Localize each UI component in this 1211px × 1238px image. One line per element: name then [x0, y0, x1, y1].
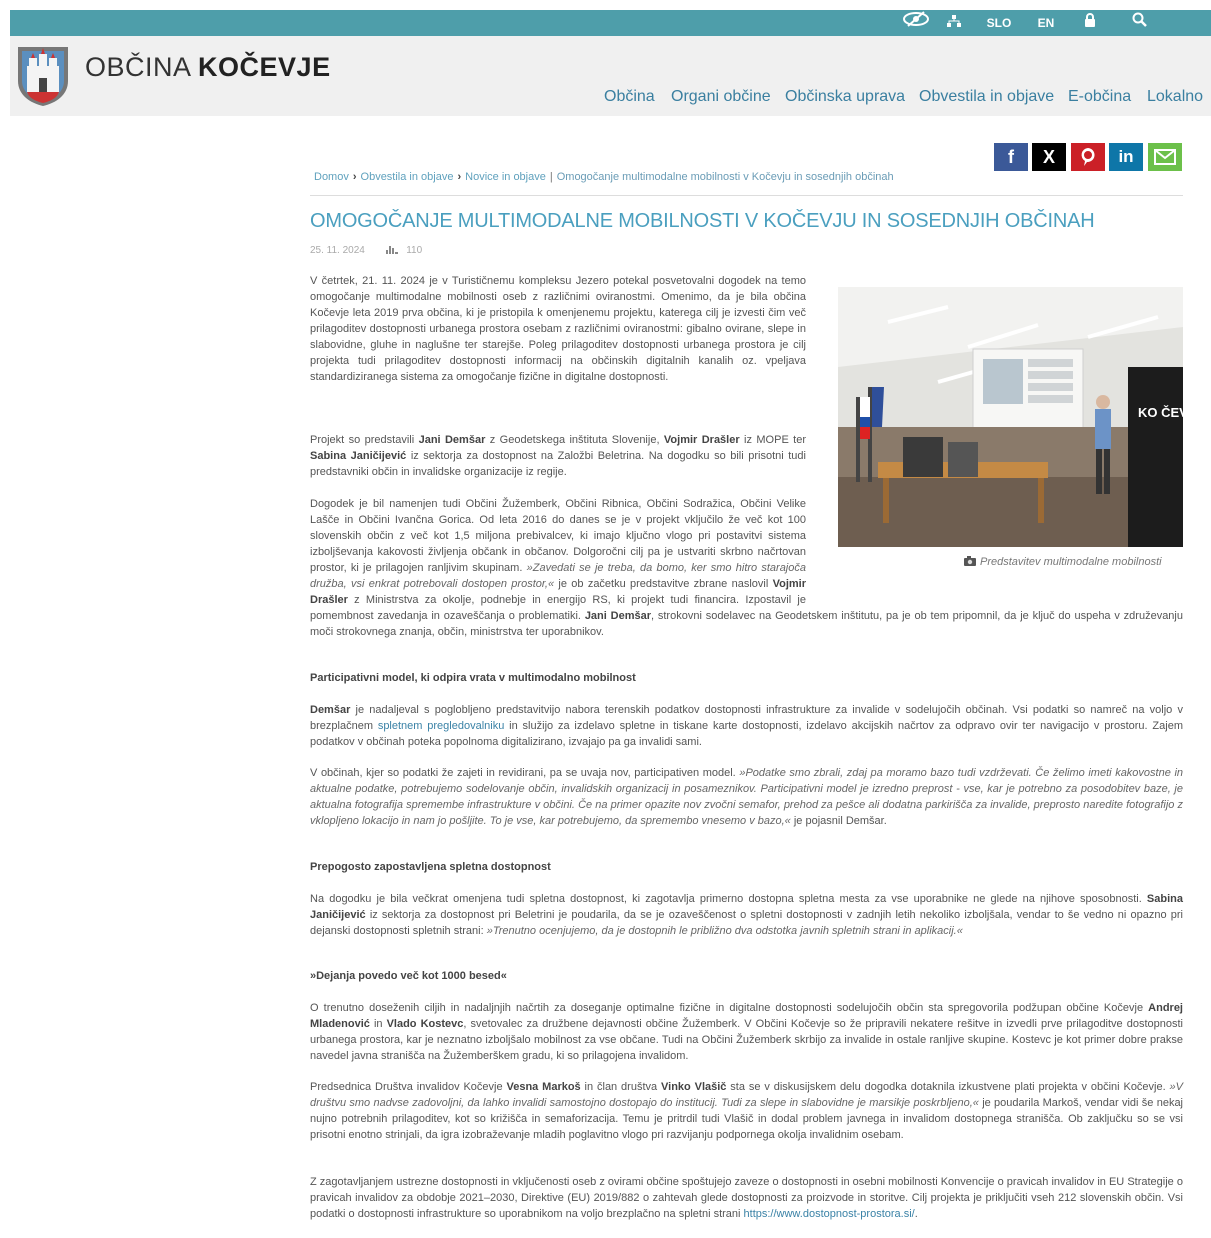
views-chart-icon [386, 246, 399, 254]
text-run: O trenutno doseženih ciljih in nadaljnji… [310, 1002, 1149, 1014]
article-views: 110 [406, 245, 423, 256]
search-icon[interactable] [1128, 10, 1150, 36]
breadcrumb-current: Omogočanje multimodalne mobilnosti v Koč… [556, 171, 894, 183]
person-name: Demšar [310, 704, 351, 716]
text-run: Projekt so predstavili [310, 434, 419, 446]
person-name: Vlado Kostevc [386, 1018, 464, 1030]
text-run: Na dogodku je bila večkrat omenjena tudi… [310, 893, 1147, 905]
quote: »Trenutno ocenjujemo, da je dostopnih le… [486, 925, 963, 937]
share-x-button[interactable]: X [1032, 143, 1066, 171]
article-paragraph-2: Projekt so predstavili Jani Demšar z Geo… [310, 432, 806, 480]
text-run: in [369, 1018, 387, 1030]
facebook-icon: f [1008, 146, 1014, 167]
sitemap-icon[interactable] [942, 10, 966, 36]
person-name: Vojmir Drašler [663, 434, 740, 446]
article-paragraph-7: O trenutno doseženih ciljih in nadaljnji… [310, 1000, 1183, 1064]
nav-item-obcina[interactable]: Občina [604, 88, 655, 106]
article-paragraph-9: Z zagotavljanjem ustrezne dostopnosti in… [310, 1174, 1183, 1222]
top-utility-bar: SLO EN [10, 10, 1211, 36]
text-run: z Geodetskega inštituta Slovenije, [485, 434, 664, 446]
person-name: Jani Demšar [418, 434, 486, 446]
breadcrumb: Domov › Obvestila in objave › Novice in obja… [314, 171, 894, 183]
breadcrumb-divider [310, 195, 1183, 196]
breadcrumb-home[interactable]: Domov [314, 171, 349, 183]
nav-item-lokalno[interactable]: Lokalno [1147, 88, 1203, 106]
pinterest-icon [1081, 148, 1095, 166]
article-paragraph-5: V občinah, kjer so podatki že zajeti in … [310, 765, 1183, 829]
eye-slash-icon[interactable] [898, 10, 934, 36]
lang-slo-link[interactable]: SLO [984, 10, 1014, 36]
nav-item-organi-obcine[interactable]: Organi občine [671, 88, 771, 106]
nav-item-obcinska-uprava[interactable]: Občinska uprava [785, 88, 905, 106]
person-name: Sabina Janičijević [310, 450, 407, 462]
email-icon [1154, 149, 1176, 165]
x-icon: X [1042, 146, 1055, 167]
text-run: in član društva [580, 1081, 661, 1093]
section-heading-participativni: Participativni model, ki odpira vrata v … [310, 672, 636, 684]
lang-en-link[interactable]: EN [1034, 10, 1058, 36]
brand-name: KOČEVJE [198, 52, 331, 82]
article-paragraph-1: V četrtek, 21. 11. 2024 je v Turističnem… [310, 275, 806, 383]
share-facebook-button[interactable]: f [994, 143, 1028, 171]
section-heading-dejanja: »Dejanja povedo več kot 1000 besed« [310, 970, 507, 982]
breadcrumb-separator: | [549, 171, 553, 183]
breadcrumb-separator: › [352, 171, 357, 183]
dostopnost-prostora-link[interactable]: https://www.dostopnost-prostora.si/ [744, 1208, 915, 1220]
article-paragraph-4: Demšar je nadaljeval s poglobljeno preds… [310, 702, 1183, 750]
section-heading-spletna-dostopnost: Prepogosto zapostavljena spletna dostopn… [310, 861, 551, 873]
text-run: sta se v diskusijskem delu dogodka dotak… [726, 1081, 1170, 1093]
site-header: OBČINA KOČEVJE Občina Organi občine Obči… [10, 36, 1211, 116]
share-email-button[interactable] [1148, 143, 1182, 171]
brand-prefix: OBČINA [85, 52, 199, 82]
article-paragraph-8: Predsednica Društva invalidov Kočevje Ve… [310, 1079, 1183, 1143]
site-brand[interactable]: OBČINA KOČEVJE [85, 52, 331, 83]
text-run: je pojasnil Demšar. [790, 815, 887, 827]
viewer-link[interactable]: spletnem pregledovalniku [378, 720, 505, 732]
nav-item-obvestila-in-objave[interactable]: Obvestila in objave [919, 88, 1054, 106]
photo-banner-text: KO ČEV SKO [1138, 405, 1183, 420]
breadcrumb-obvestila[interactable]: Obvestila in objave [361, 171, 454, 183]
text-run: iz MOPE ter [739, 434, 807, 446]
municipality-crest-logo[interactable] [15, 44, 71, 108]
breadcrumb-novice[interactable]: Novice in objave [465, 171, 546, 183]
person-name: Vesna Markoš [506, 1081, 581, 1093]
article-meta: 25. 11. 2024 110 [310, 244, 422, 256]
lock-icon[interactable] [1080, 10, 1100, 36]
linkedin-icon: in [1118, 147, 1134, 166]
article-date: 25. 11. 2024 [310, 245, 365, 256]
text-run: je ob začetku predstavitve zbrane naslov… [554, 578, 773, 590]
photo-float-spacer [806, 496, 1183, 608]
article-title: OMOGOČANJE MULTIMODALNE MOBILNOSTI V KOČ… [310, 210, 1095, 232]
share-linkedin-button[interactable]: in [1109, 143, 1143, 171]
article-paragraph-3: Dogodek je bil namenjen tudi Občini Žuže… [310, 496, 1183, 640]
share-pinterest-button[interactable] [1071, 143, 1105, 171]
text-run: . [914, 1208, 918, 1220]
breadcrumb-separator: › [457, 171, 462, 183]
person-name: Vinko Vlašič [661, 1081, 727, 1093]
text-run: V občinah, kjer so podatki že zajeti in … [310, 767, 740, 779]
nav-item-e-obcina[interactable]: E-občina [1068, 88, 1131, 106]
person-name: Jani Demšar [584, 610, 651, 622]
article-paragraph-6: Na dogodku je bila večkrat omenjena tudi… [310, 891, 1183, 939]
text-run: Predsednica Društva invalidov Kočevje [310, 1081, 507, 1093]
